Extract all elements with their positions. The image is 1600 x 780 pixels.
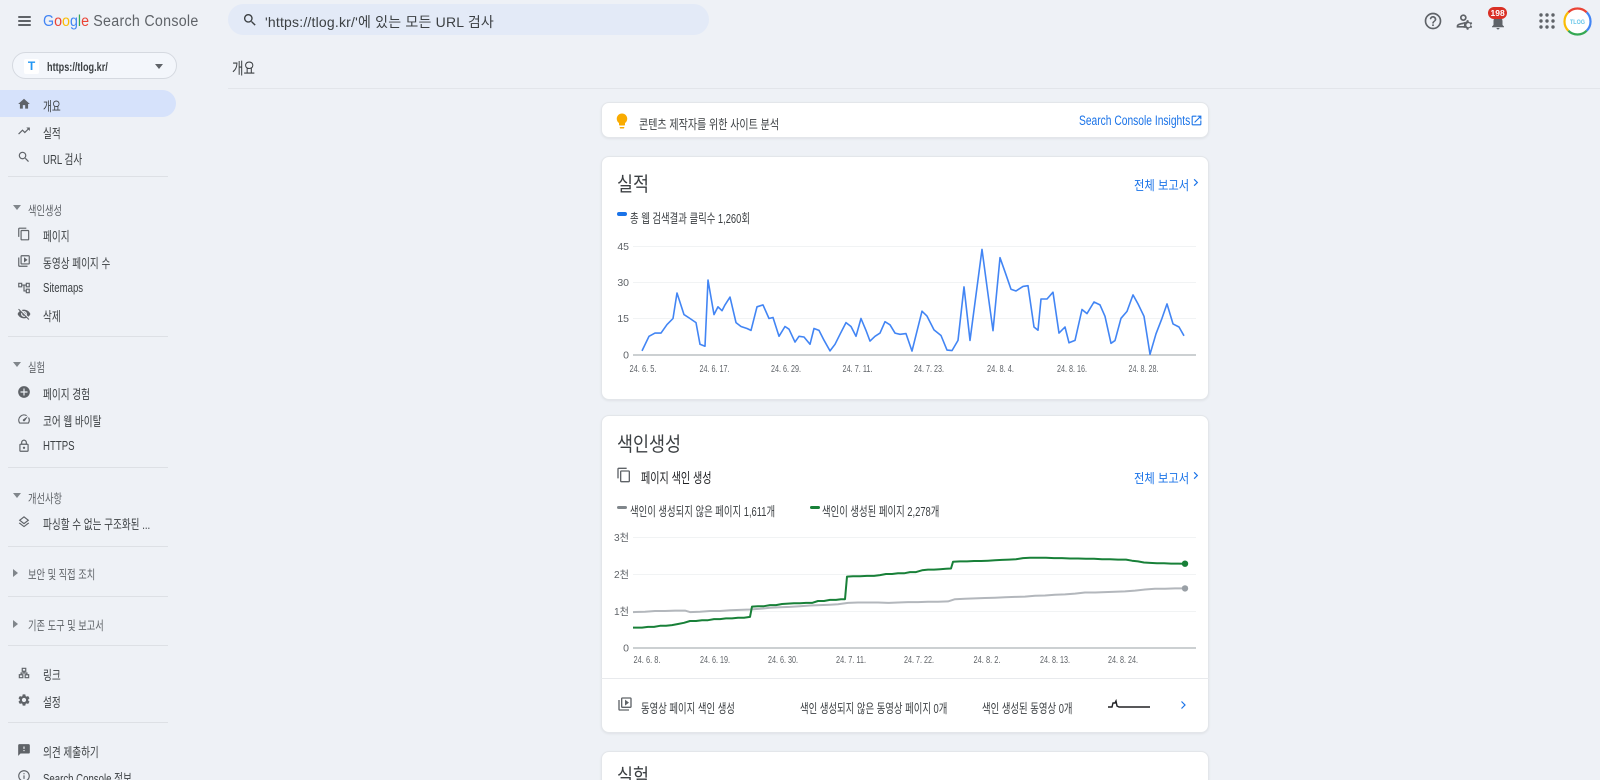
svg-text:45: 45 bbox=[617, 241, 629, 253]
svg-text:15: 15 bbox=[617, 313, 629, 325]
svg-text:30: 30 bbox=[617, 277, 629, 289]
svg-text:24. 6. 19.: 24. 6. 19. bbox=[700, 654, 730, 666]
svg-text:24. 6. 30.: 24. 6. 30. bbox=[768, 654, 798, 666]
svg-text:24. 8. 28.: 24. 8. 28. bbox=[1129, 363, 1159, 375]
svg-text:TLOG: TLOG bbox=[1570, 20, 1585, 26]
svg-text:1천: 1천 bbox=[614, 606, 629, 618]
svg-text:2천: 2천 bbox=[614, 569, 629, 581]
svg-text:24. 7. 23.: 24. 7. 23. bbox=[914, 363, 944, 375]
svg-text:24. 8. 13.: 24. 8. 13. bbox=[1040, 654, 1070, 666]
svg-text:3천: 3천 bbox=[614, 532, 629, 544]
svg-text:24. 6. 29.: 24. 6. 29. bbox=[771, 363, 801, 375]
svg-text:24. 8. 16.: 24. 8. 16. bbox=[1057, 363, 1087, 375]
svg-text:24. 6. 8.: 24. 6. 8. bbox=[634, 654, 661, 666]
svg-text:24. 6. 17.: 24. 6. 17. bbox=[700, 363, 730, 375]
svg-text:0: 0 bbox=[623, 643, 629, 655]
svg-text:0: 0 bbox=[623, 350, 629, 362]
svg-text:24. 7. 22.: 24. 7. 22. bbox=[904, 654, 934, 666]
svg-text:24. 6. 5.: 24. 6. 5. bbox=[630, 363, 657, 375]
svg-text:24. 7. 11.: 24. 7. 11. bbox=[836, 654, 866, 666]
svg-text:24. 8. 24.: 24. 8. 24. bbox=[1108, 654, 1138, 666]
svg-text:24. 8. 4.: 24. 8. 4. bbox=[987, 363, 1014, 375]
svg-text:24. 8. 2.: 24. 8. 2. bbox=[974, 654, 1001, 666]
svg-text:24. 7. 11.: 24. 7. 11. bbox=[843, 363, 873, 375]
